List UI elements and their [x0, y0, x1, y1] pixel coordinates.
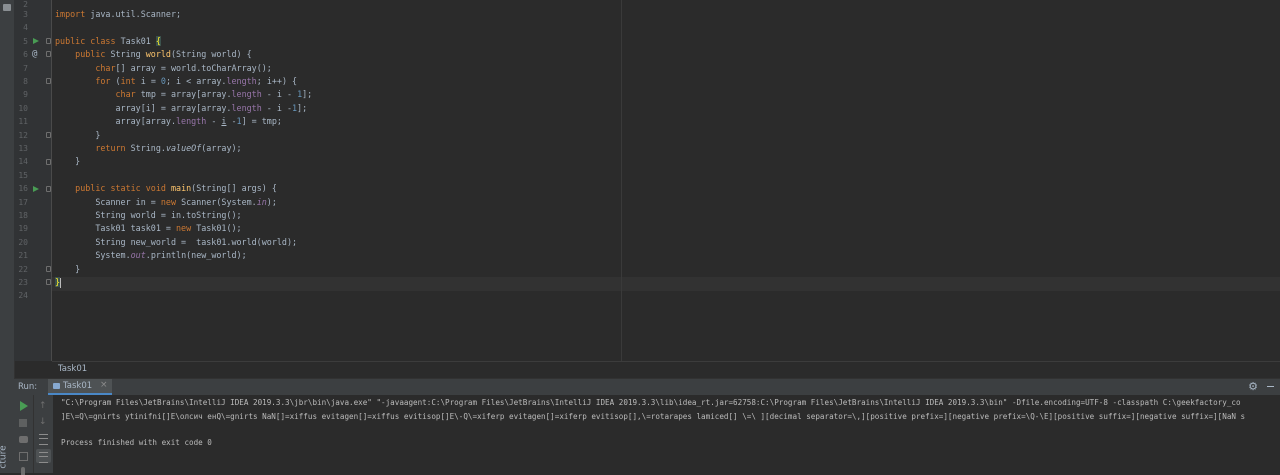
pin-icon[interactable] — [21, 467, 25, 475]
line-number: 20 — [18, 237, 28, 247]
line-number: 15 — [18, 170, 28, 180]
code-line[interactable]: array[array.length - i -1] = tmp; — [55, 115, 282, 128]
code-line[interactable]: } — [55, 276, 62, 289]
fold-marker-icon[interactable] — [46, 158, 51, 165]
run-panel-header: Run: Task01 × ⚙ — [14, 378, 1280, 395]
line-number: 4 — [23, 23, 28, 33]
line-number: 7 — [23, 63, 28, 73]
run-toolbar — [14, 395, 33, 475]
scroll-to-end-icon — [39, 452, 48, 463]
line-number: 9 — [23, 90, 28, 100]
line-number: 16 — [18, 184, 28, 194]
fold-marker-icon[interactable] — [46, 185, 51, 192]
line-number: 22 — [18, 264, 28, 274]
override-marker-icon[interactable]: @ — [32, 48, 37, 61]
code-line[interactable]: public static void main(String[] args) { — [55, 182, 277, 195]
left-tool-strip: cture — [0, 0, 15, 473]
code-line[interactable]: String world = in.toString(); — [55, 209, 241, 222]
fold-marker-icon[interactable] — [46, 131, 51, 138]
code-line[interactable]: array[i] = array[array.length - i -1]; — [55, 102, 308, 115]
line-number: 3 — [23, 10, 28, 19]
breadcrumb-item[interactable]: Task01 — [58, 364, 87, 374]
line-number: 13 — [18, 144, 28, 153]
fold-marker-icon[interactable] — [46, 78, 51, 84]
text-caret — [60, 277, 62, 288]
code-line[interactable]: } — [55, 263, 80, 276]
code-line[interactable]: public class Task01 { — [55, 35, 161, 48]
fold-marker-icon[interactable] — [46, 279, 51, 285]
right-margin-guide — [621, 0, 622, 361]
run-class-icon[interactable] — [33, 38, 39, 44]
line-number: 21 — [18, 251, 28, 261]
line-number: 8 — [23, 77, 28, 86]
project-folder-icon[interactable] — [3, 4, 11, 11]
code-line[interactable]: } — [55, 155, 80, 168]
stop-icon[interactable] — [19, 419, 27, 427]
run-config-icon — [53, 383, 60, 389]
run-tab-label: Task01 — [63, 381, 93, 391]
soft-wrap-icon[interactable] — [39, 434, 48, 445]
fold-marker-icon[interactable] — [46, 38, 51, 44]
code-line[interactable]: Scanner in = new Scanner(System.in); — [55, 196, 277, 209]
run-tab-task01[interactable]: Task01 × — [48, 379, 112, 395]
code-line[interactable]: } — [55, 129, 100, 142]
code-line[interactable]: for (int i = 0; i < array.length; i++) { — [55, 75, 297, 88]
close-icon[interactable]: × — [100, 380, 108, 390]
code-line[interactable]: return String.valueOf(array); — [55, 142, 241, 155]
console-line: Process finished with exit code 0 — [61, 438, 212, 447]
console-toolbar: ↑ ↓ — [33, 395, 53, 473]
console-output[interactable]: "C:\Program Files\JetBrains\IntelliJ IDE… — [53, 395, 1280, 473]
line-number: 23 — [18, 278, 28, 287]
fold-marker-icon[interactable] — [46, 265, 51, 272]
run-main-icon[interactable] — [33, 185, 39, 192]
structure-tool-tab[interactable]: cture — [0, 445, 9, 468]
up-arrow-icon[interactable]: ↑ — [39, 401, 47, 411]
line-number: 17 — [18, 197, 28, 207]
line-number: 18 — [18, 211, 28, 220]
code-line[interactable]: char[] array = world.toCharArray(); — [55, 62, 271, 75]
login-icon[interactable] — [19, 452, 28, 461]
line-number: 12 — [18, 130, 28, 140]
run-panel-title: Run: — [18, 382, 38, 392]
line-number: 11 — [18, 117, 28, 127]
code-line[interactable]: char tmp = array[array.length - i - 1]; — [55, 88, 313, 101]
down-arrow-icon[interactable]: ↓ — [39, 417, 47, 427]
code-line[interactable]: String new_world = task01.world(world); — [55, 236, 297, 249]
line-number: 10 — [18, 103, 28, 113]
fold-marker-icon[interactable] — [46, 51, 51, 57]
camera-icon[interactable] — [19, 436, 28, 443]
console-line: ]E\=Q\=gnirts ytinifni[]E\олсич енQ\=gni… — [61, 412, 1246, 421]
line-number: 24 — [18, 291, 28, 301]
current-line-highlight — [52, 277, 1280, 291]
line-number: 6 — [23, 50, 28, 60]
rerun-icon[interactable] — [20, 401, 28, 411]
minimize-icon[interactable] — [1267, 386, 1274, 387]
code-line[interactable]: public String world(String world) { — [55, 48, 252, 61]
code-line[interactable]: Task01 task01 = new Task01(); — [55, 222, 241, 235]
code-line[interactable]: import java.util.Scanner; — [55, 8, 181, 21]
line-number: 19 — [18, 224, 28, 234]
line-number: 5 — [23, 36, 28, 46]
line-number: 14 — [18, 157, 28, 167]
code-line[interactable]: System.out.println(new_world); — [55, 249, 246, 262]
gear-icon[interactable]: ⚙ — [1248, 380, 1258, 393]
breadcrumb: Task01 — [52, 361, 1280, 378]
console-line: "C:\Program Files\JetBrains\IntelliJ IDE… — [61, 398, 1241, 407]
